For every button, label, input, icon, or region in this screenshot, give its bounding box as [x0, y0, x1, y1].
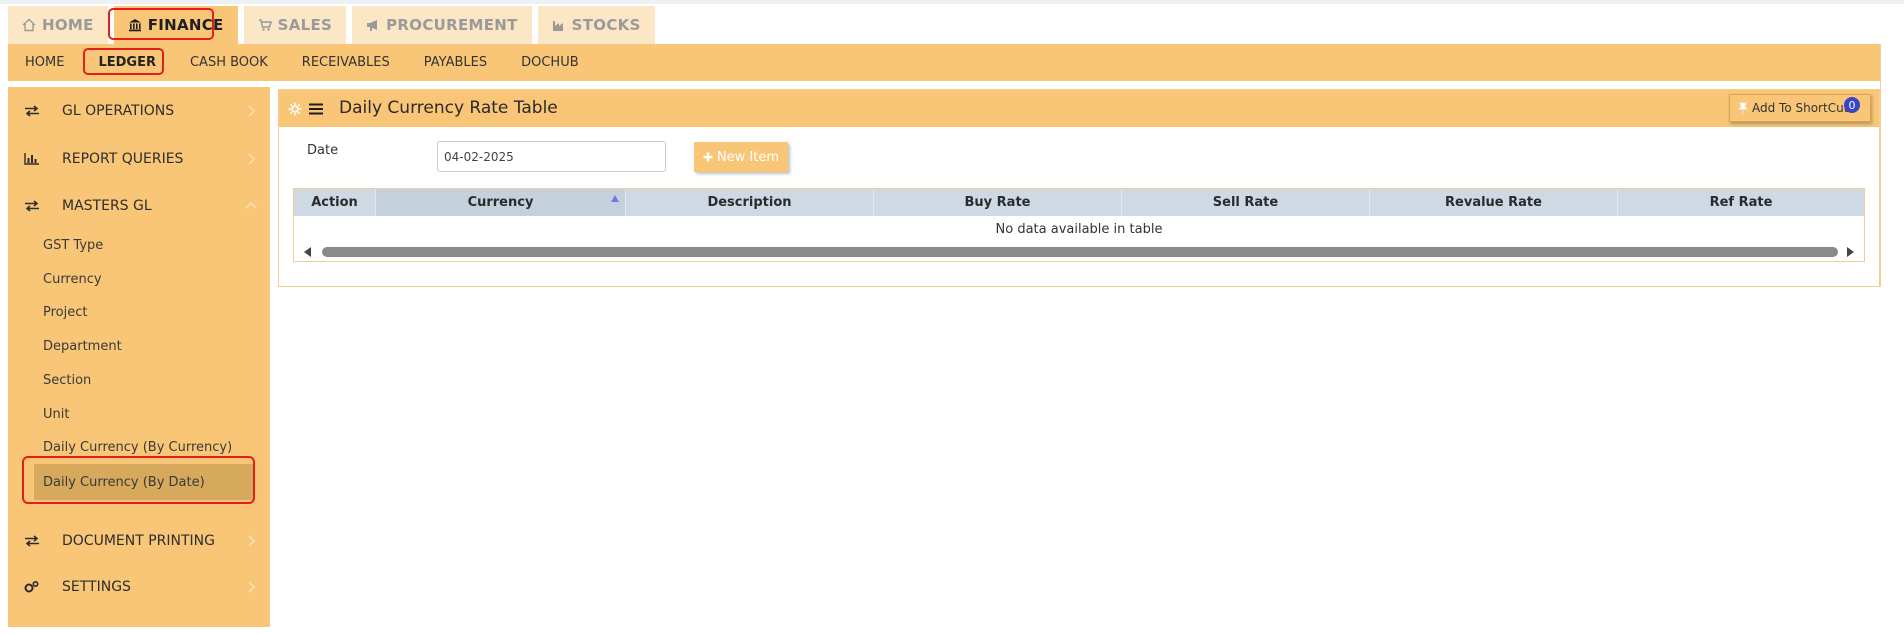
sidebar-item-project[interactable]: Project	[43, 305, 87, 320]
new-item-label: New Item	[716, 149, 780, 165]
bar-chart-icon	[24, 152, 44, 166]
tab-stocks[interactable]: STOCKS	[537, 6, 655, 44]
chevron-up-icon	[244, 199, 258, 213]
tab-home-label: HOME	[42, 16, 94, 34]
tab-sales-label: SALES	[277, 16, 333, 34]
column-header-revalue-rate[interactable]: Revalue Rate	[1370, 189, 1618, 216]
column-header-ref-rate[interactable]: Ref Rate	[1618, 189, 1864, 216]
scroll-right-icon[interactable]	[1847, 247, 1854, 257]
factory-icon	[552, 18, 566, 32]
date-label: Date	[307, 143, 339, 158]
sidebar-item-unit[interactable]: Unit	[43, 407, 69, 422]
sidebar-item-department[interactable]: Department	[43, 339, 122, 354]
sidebar-group-label: REPORT QUERIES	[62, 151, 184, 167]
column-header-action[interactable]: Action	[294, 189, 376, 216]
subnav-home[interactable]: HOME	[25, 55, 64, 70]
chevron-right-icon	[244, 580, 258, 594]
subnav-dochub[interactable]: DOCHUB	[521, 55, 579, 70]
ledger-subnav: HOME LEDGER CASH BOOK RECEIVABLES PAYABL…	[8, 44, 1880, 81]
exchange-icon	[24, 199, 44, 213]
date-input[interactable]	[437, 141, 666, 172]
panel-header: Daily Currency Rate Table Add To ShortCu…	[279, 90, 1879, 127]
scrollbar-thumb[interactable]	[322, 247, 1838, 257]
tab-sales[interactable]: SALES	[243, 6, 347, 44]
megaphone-icon	[366, 18, 380, 32]
content-right-border	[1880, 44, 1881, 287]
sidebar-group-gl-operations[interactable]: GL OPERATIONS	[8, 92, 270, 130]
menu-icon[interactable]	[308, 101, 324, 120]
tab-procurement[interactable]: PROCUREMENT	[352, 6, 532, 44]
column-header-label: Currency	[467, 195, 534, 210]
column-header-description[interactable]: Description	[626, 189, 874, 216]
column-header-buy-rate[interactable]: Buy Rate	[874, 189, 1122, 216]
exchange-icon	[24, 104, 44, 118]
page-title: Daily Currency Rate Table	[339, 98, 558, 118]
sidebar-group-label: SETTINGS	[62, 579, 131, 595]
sidebar-group-label: MASTERS GL	[62, 198, 152, 214]
tab-stocks-label: STOCKS	[571, 16, 641, 34]
sidebar-group-settings[interactable]: SETTINGS	[8, 568, 270, 606]
module-tabs: HOME FINANCE SALES PROCUREMENT STOCKS	[8, 6, 655, 44]
active-item-highlight-box	[22, 456, 255, 504]
sidebar-group-label: GL OPERATIONS	[62, 103, 175, 119]
home-icon	[22, 18, 36, 32]
sidebar-item-daily-currency-by-currency[interactable]: Daily Currency (By Currency)	[43, 440, 232, 455]
ledger-highlight-box	[83, 48, 164, 75]
sidebar-item-gst-type[interactable]: GST Type	[43, 238, 103, 253]
top-border	[0, 0, 1904, 4]
sidebar-group-masters-gl[interactable]: MASTERS GL	[8, 187, 270, 225]
column-header-currency[interactable]: Currency	[376, 189, 626, 216]
plus-icon	[703, 152, 713, 162]
horizontal-scrollbar[interactable]	[294, 242, 1864, 262]
cart-icon	[258, 18, 272, 32]
cogs-icon	[24, 580, 44, 594]
sidebar-group-report-queries[interactable]: REPORT QUERIES	[8, 140, 270, 178]
shortcut-count-badge: 0	[1844, 97, 1860, 113]
tab-home[interactable]: HOME	[8, 6, 108, 44]
tab-procurement-label: PROCUREMENT	[386, 16, 518, 34]
subnav-payables[interactable]: PAYABLES	[424, 55, 487, 70]
pin-icon	[1738, 102, 1748, 114]
subnav-receivables[interactable]: RECEIVABLES	[302, 55, 390, 70]
gear-icon[interactable]	[288, 101, 302, 120]
subnav-cash-book[interactable]: CASH BOOK	[190, 55, 268, 70]
scroll-left-icon[interactable]	[304, 247, 311, 257]
new-item-button[interactable]: New Item	[694, 142, 788, 172]
empty-table-message: No data available in table	[995, 221, 1163, 237]
sidebar-item-section[interactable]: Section	[43, 373, 91, 388]
exchange-icon	[24, 534, 44, 548]
shortcut-label: Add To ShortCut	[1752, 101, 1849, 115]
chevron-right-icon	[244, 534, 258, 548]
currency-rate-table: Action Currency Description Buy Rate Sel…	[293, 188, 1865, 262]
table-header: Action Currency Description Buy Rate Sel…	[294, 189, 1864, 216]
column-header-sell-rate[interactable]: Sell Rate	[1122, 189, 1370, 216]
currency-rate-panel: Daily Currency Rate Table Add To ShortCu…	[278, 89, 1880, 287]
sidebar-group-document-printing[interactable]: DOCUMENT PRINTING	[8, 522, 270, 560]
sidebar-item-currency[interactable]: Currency	[43, 272, 102, 287]
chevron-right-icon	[244, 152, 258, 166]
sidebar: GL OPERATIONS REPORT QUERIES MASTERS GL …	[8, 87, 270, 627]
sort-ascending-icon	[611, 195, 619, 202]
sidebar-group-label: DOCUMENT PRINTING	[62, 533, 215, 549]
finance-highlight-box	[108, 8, 214, 40]
add-to-shortcut-button[interactable]: Add To ShortCut 0	[1729, 94, 1871, 122]
chevron-right-icon	[244, 104, 258, 118]
